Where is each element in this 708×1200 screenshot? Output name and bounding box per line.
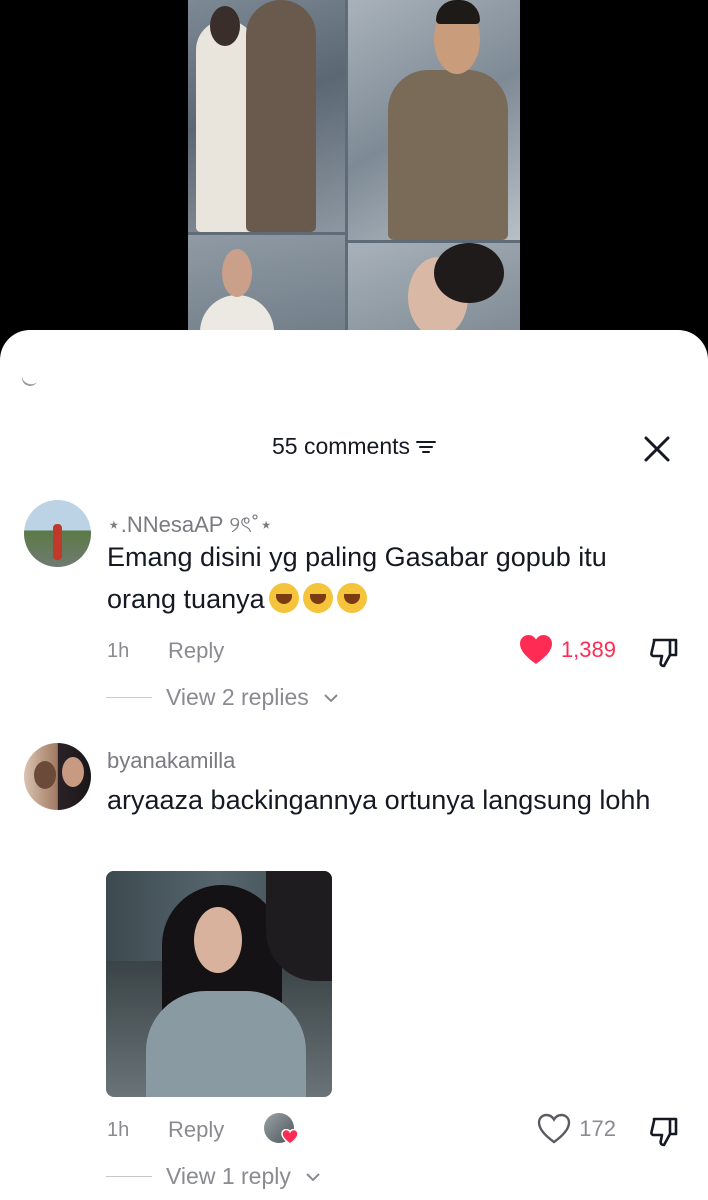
photo-panel bbox=[348, 0, 520, 240]
avatar[interactable] bbox=[24, 500, 91, 567]
video-frame bbox=[188, 0, 520, 345]
chevron-down-icon bbox=[306, 1172, 320, 1181]
like-count: 172 bbox=[579, 1116, 616, 1141]
image-face bbox=[194, 907, 242, 973]
photo-panel bbox=[188, 235, 345, 345]
crying-face-emoji-icon bbox=[302, 583, 333, 613]
crying-face-emoji-icon bbox=[268, 583, 299, 613]
view-replies-label: View 1 reply bbox=[166, 1163, 291, 1189]
comment-image[interactable] bbox=[106, 871, 332, 1097]
heart-small-icon bbox=[281, 1129, 299, 1145]
figure-suit bbox=[388, 70, 508, 240]
like-button[interactable]: 1,389 bbox=[519, 634, 616, 666]
comments-header: 55 comments bbox=[0, 433, 708, 469]
avatar-face bbox=[62, 757, 84, 787]
close-icon[interactable] bbox=[642, 434, 672, 464]
comment-text: aryaaza backingannya ortunya langsung lo… bbox=[107, 785, 651, 815]
comment-username[interactable]: byanakamilla bbox=[107, 748, 235, 774]
comment-count-label: 55 comments bbox=[271, 433, 411, 459]
figure-hair bbox=[436, 0, 480, 24]
comment-text: Emang disini yg paling Gasabar gopub itu… bbox=[107, 536, 667, 620]
photo-panel bbox=[188, 0, 345, 232]
like-count: 1,389 bbox=[560, 637, 616, 662]
reply-button[interactable]: Reply bbox=[168, 638, 224, 664]
chevron-down-icon bbox=[324, 693, 338, 702]
view-replies-button[interactable]: View 2 replies bbox=[106, 684, 339, 711]
dislike-icon[interactable] bbox=[648, 636, 680, 668]
crying-face-emoji-icon bbox=[336, 583, 367, 613]
image-top bbox=[146, 991, 306, 1097]
video-preview[interactable] bbox=[0, 0, 708, 345]
comments-sheet: 55 comments ⋆.NNesaAP ୨ৎ˚⋆ Emang disini … bbox=[0, 330, 708, 1200]
reply-button[interactable]: Reply bbox=[168, 1117, 224, 1143]
comment-time: 1h bbox=[107, 640, 130, 662]
avatar-face bbox=[34, 761, 56, 789]
view-replies-label: View 2 replies bbox=[166, 684, 309, 710]
liked-by-creator-badge bbox=[264, 1113, 299, 1147]
figure-hair bbox=[210, 6, 240, 46]
heart-outline-icon bbox=[538, 1113, 571, 1144]
view-replies-button[interactable]: View 1 reply bbox=[106, 1163, 321, 1190]
comment-count-button[interactable]: 55 comments bbox=[271, 433, 437, 460]
avatar-figure bbox=[53, 524, 62, 560]
like-button[interactable]: 172 bbox=[537, 1113, 616, 1145]
loading-spinner-icon bbox=[19, 367, 41, 389]
sort-filter-icon[interactable] bbox=[416, 440, 437, 454]
figure-face bbox=[222, 249, 252, 297]
replies-divider bbox=[106, 1176, 152, 1177]
figure-suit bbox=[246, 0, 316, 232]
figure-hair bbox=[434, 243, 504, 303]
avatar[interactable] bbox=[24, 743, 91, 810]
heart-filled-icon bbox=[519, 635, 552, 664]
replies-divider bbox=[106, 697, 152, 698]
dislike-icon[interactable] bbox=[648, 1115, 680, 1147]
comment-time: 1h bbox=[107, 1119, 130, 1141]
